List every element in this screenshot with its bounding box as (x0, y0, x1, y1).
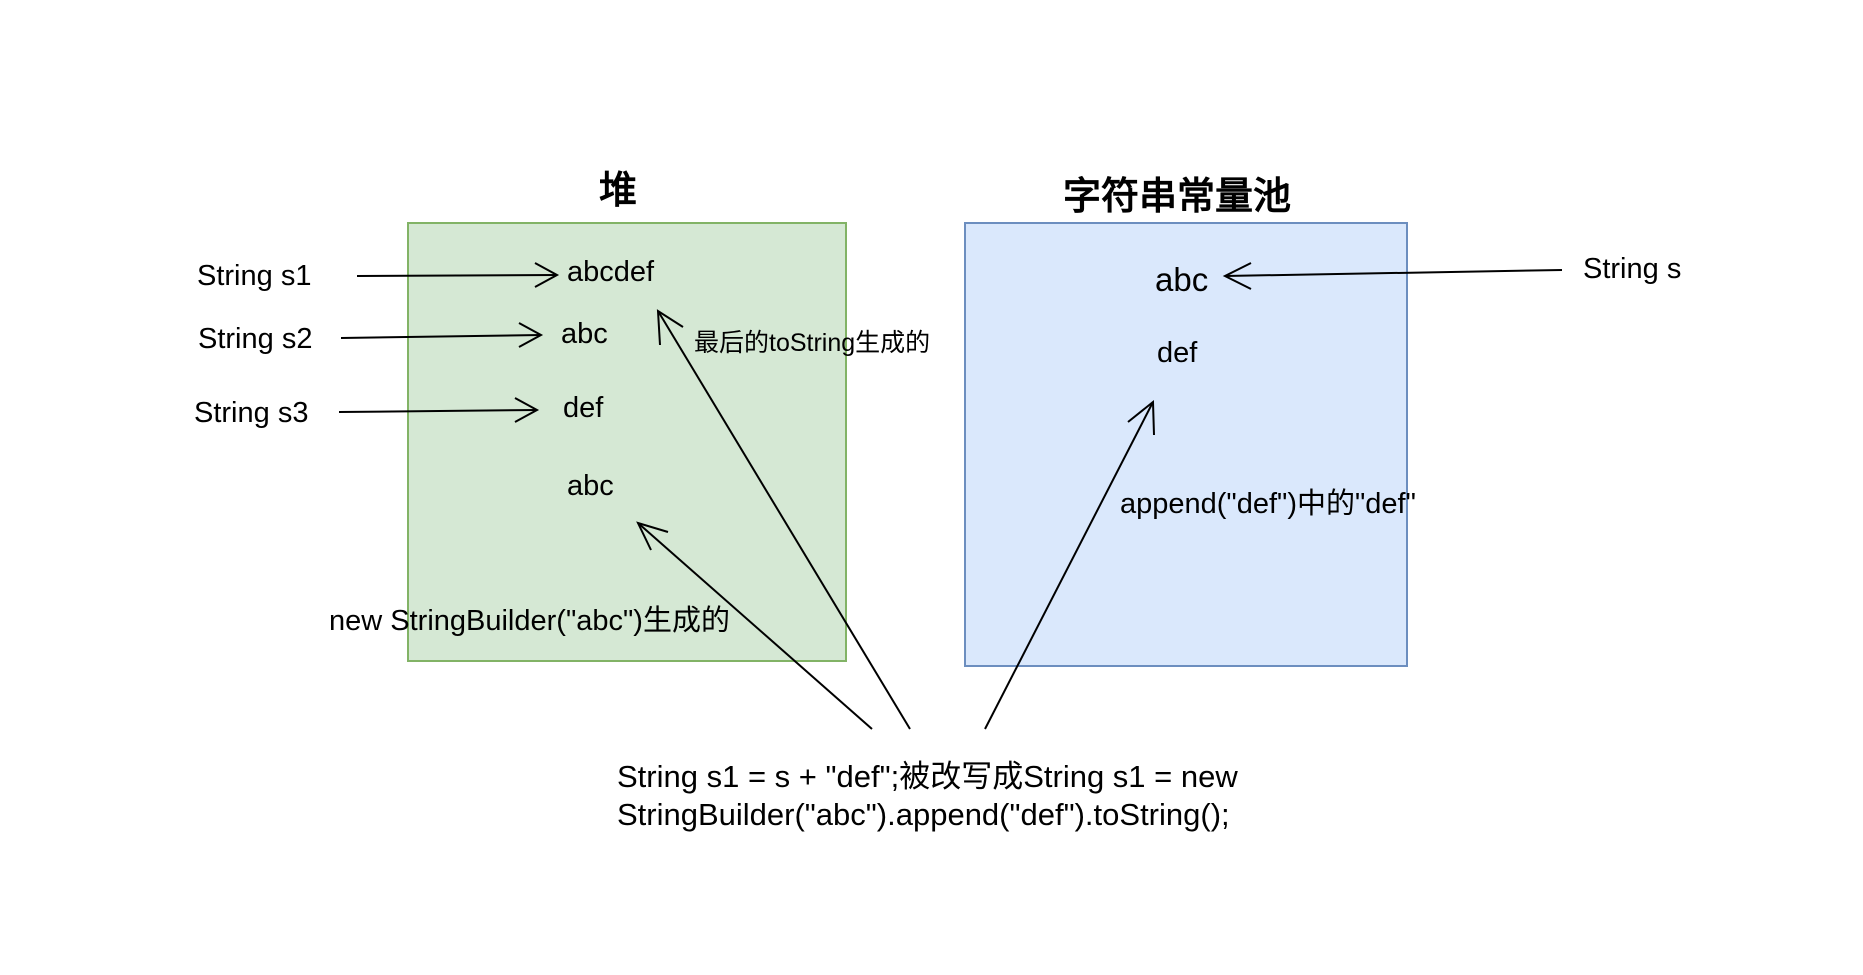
code-caption: String s1 = s + "def";被改写成String s1 = ne… (617, 758, 1238, 834)
code-line-2: StringBuilder("abc").append("def").toStr… (617, 797, 1230, 832)
heap-box (407, 222, 847, 662)
note-tostring: 最后的toString生成的 (694, 329, 931, 357)
heap-title: 堆 (599, 170, 638, 212)
heap-value-abc-builder: abc (567, 470, 614, 502)
pool-value-def: def (1157, 337, 1198, 369)
string-pool-diagram: 堆 字符串常量池 abcdef abc def abc abc def Stri… (0, 0, 1863, 975)
string-pool-title: 字符串常量池 (1063, 176, 1292, 218)
ref-label-s1: String s1 (197, 260, 312, 292)
ref-label-s2: String s2 (198, 323, 313, 355)
heap-value-abcdef: abcdef (567, 256, 655, 288)
ref-label-s3: String s3 (194, 397, 309, 429)
pool-value-abc: abc (1155, 261, 1209, 298)
code-line-1: String s1 = s + "def";被改写成String s1 = ne… (617, 759, 1238, 794)
ref-label-s: String s (1583, 253, 1682, 285)
note-new-stringbuilder: new StringBuilder("abc")生成的 (329, 605, 730, 637)
heap-value-def: def (563, 392, 604, 424)
heap-value-abc-s2: abc (561, 318, 608, 350)
note-append-def: append("def")中的"def" (1120, 488, 1416, 520)
